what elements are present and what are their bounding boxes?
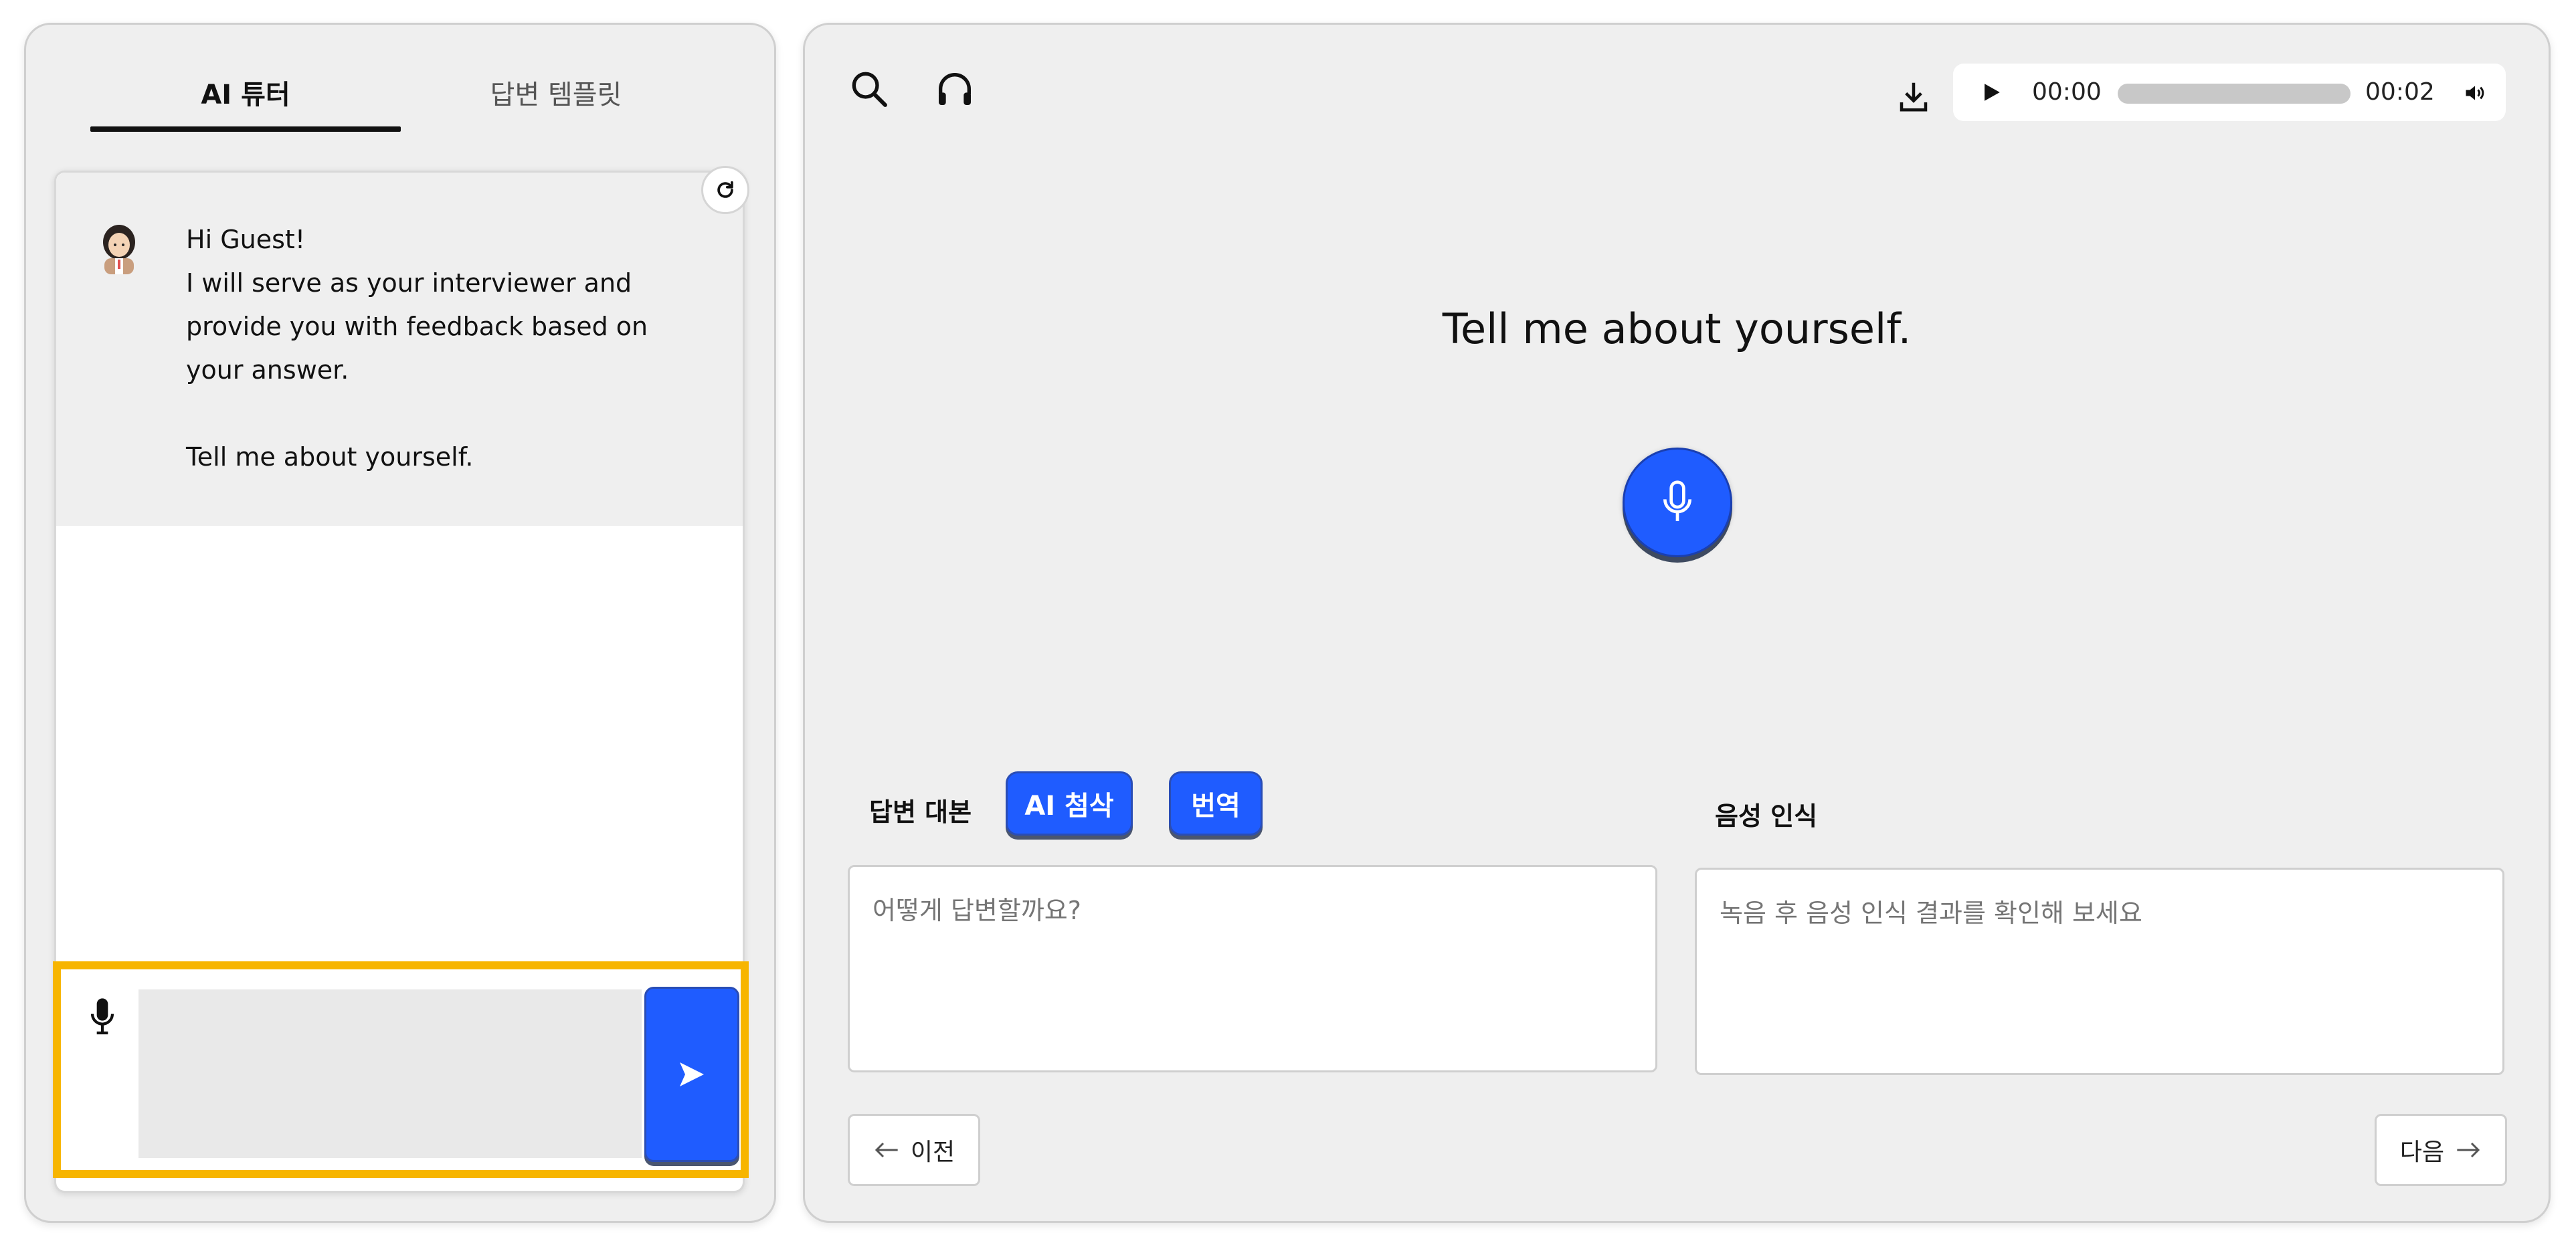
volume-icon — [2466, 86, 2484, 100]
interview-question: Tell me about yourself. — [1442, 304, 1912, 353]
search-icon — [852, 72, 887, 107]
next-button[interactable]: 다음 — [2375, 1114, 2507, 1186]
mic-icon — [1663, 480, 1691, 521]
intro-text: I will serve as your interviewer and pro… — [186, 268, 648, 385]
chat-message: Hi Guest! I will serve as your interview… — [56, 166, 749, 526]
chat-question-text: Tell me about yourself. — [186, 442, 474, 472]
active-tab-indicator — [90, 126, 401, 132]
tab-ai-tutor[interactable]: AI 튜터 — [90, 73, 401, 112]
refresh-icon — [717, 181, 733, 198]
ai-correction-button[interactable]: AI 첨삭 — [1006, 771, 1133, 836]
send-button[interactable] — [644, 987, 739, 1162]
current-time: 00:00 — [2032, 78, 2102, 106]
headphones-icon — [939, 73, 971, 105]
speech-recognition-label: 음성 인식 — [1715, 801, 1818, 831]
practice-panel: 00:00 00:02 Tell me about yourself. 답변 대… — [803, 23, 2551, 1223]
previous-button[interactable]: 이전 — [848, 1114, 980, 1186]
tab-answer-template[interactable]: 답변 템플릿 — [401, 73, 711, 112]
play-icon — [1985, 84, 2000, 101]
download-icon — [1900, 82, 1928, 112]
audio-progress-bar[interactable] — [2118, 84, 2351, 104]
download-button[interactable] — [1896, 78, 1932, 114]
total-time: 00:02 — [2365, 78, 2435, 106]
message-text: Hi Guest! I will serve as your interview… — [186, 218, 695, 479]
translate-button[interactable]: 번역 — [1169, 771, 1263, 836]
volume-button[interactable] — [2462, 81, 2488, 105]
audio-player: 00:00 00:02 — [1953, 64, 2506, 121]
avatar-icon — [95, 222, 143, 276]
send-icon — [680, 1062, 704, 1086]
headphones-button[interactable] — [933, 68, 976, 110]
next-label: 다음 — [2399, 1139, 2445, 1166]
search-button[interactable] — [848, 68, 891, 110]
play-button[interactable] — [1980, 81, 2003, 104]
refresh-button[interactable] — [701, 166, 749, 214]
record-button[interactable] — [1623, 448, 1732, 557]
answer-script-input[interactable] — [848, 865, 1657, 1072]
greeting-text: Hi Guest! — [186, 225, 306, 254]
arrow-left-icon — [875, 1142, 898, 1158]
chat-text-input[interactable] — [139, 989, 642, 1158]
mic-icon — [90, 998, 114, 1035]
previous-label: 이전 — [910, 1139, 955, 1166]
speech-recognition-output[interactable] — [1695, 868, 2504, 1075]
answer-script-label: 답변 대본 — [869, 797, 972, 827]
voice-input-button[interactable] — [89, 996, 116, 1036]
arrow-right-icon — [2457, 1142, 2480, 1158]
chat-input-area — [53, 961, 749, 1178]
tutor-panel: AI 튜터 답변 템플릿 Hi Guest! I will serve as y… — [24, 23, 776, 1223]
